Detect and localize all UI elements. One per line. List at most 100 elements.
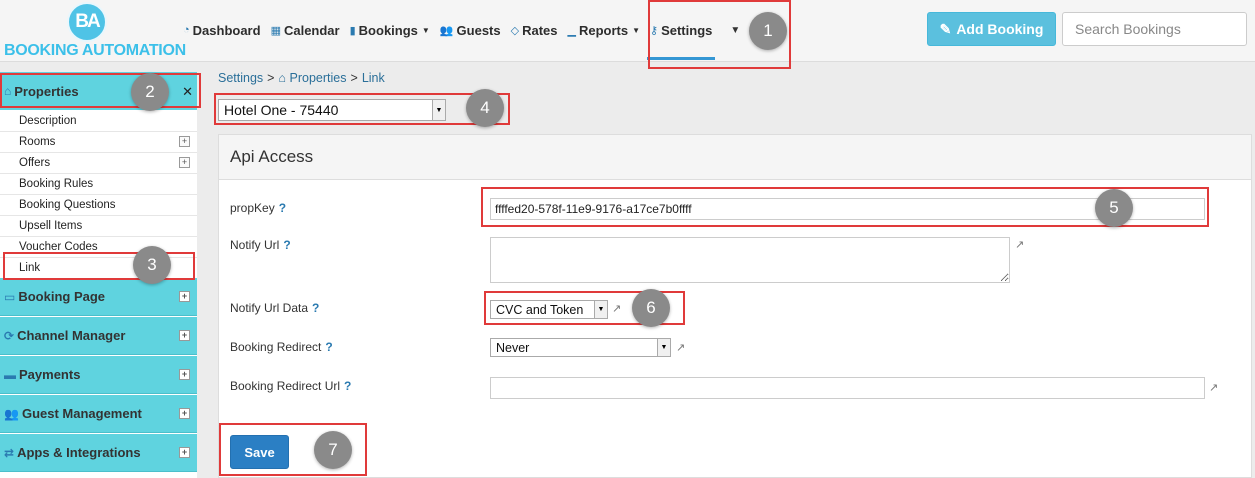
help-icon[interactable]: ? [325, 340, 332, 354]
propkey-input[interactable] [490, 198, 1205, 220]
pencil-icon: ✎ [939, 20, 952, 37]
external-link-icon[interactable]: ↗ [1209, 381, 1218, 394]
help-icon[interactable]: ? [279, 201, 286, 215]
notify-url-label-text: Notify Url [230, 238, 280, 252]
guests-icon: 👥 [4, 406, 19, 421]
sidebar: ⌂ Properties ✕ Description Rooms + Offer… [0, 72, 197, 478]
nav-guests[interactable]: 👥 Guests [440, 0, 501, 60]
dropdown-arrow-icon: ▼ [594, 301, 607, 318]
top-navbar: BA BOOKING AUTOMATION ◔ Dashboard ▦ Cale… [0, 0, 1255, 62]
sidebar-item-rooms[interactable]: Rooms + [0, 132, 197, 153]
nav-calendar[interactable]: ▦ Calendar [271, 0, 340, 60]
reports-icon: ▁ [567, 24, 576, 37]
property-select[interactable]: Hotel One - 75440 ▼ [218, 99, 446, 121]
caret-down-icon: ▼ [421, 25, 430, 35]
nav-label: Settings [661, 22, 713, 38]
external-link-icon[interactable]: ↗ [1015, 238, 1024, 251]
booking-redirect-url-input[interactable] [490, 377, 1205, 399]
dashboard-icon: ◔ [183, 24, 190, 36]
nav-more-caret-icon[interactable]: ▼ [730, 25, 740, 36]
sidebar-item-label: Offers [19, 157, 51, 169]
sidebar-item-booking-rules[interactable]: Booking Rules [0, 174, 197, 195]
expand-icon[interactable]: + [179, 157, 190, 168]
close-icon[interactable]: ✕ [182, 84, 193, 100]
nav-reports[interactable]: ▁ Reports ▼ [568, 0, 641, 60]
sidebar-item-label: Link [19, 262, 41, 274]
nav-label: Calendar [283, 22, 340, 38]
sidebar-section-booking-page[interactable]: ▭ Booking Page + [0, 278, 197, 316]
booking-redirect-value: Never [496, 340, 530, 355]
logo[interactable]: BA BOOKING AUTOMATION [4, 2, 186, 60]
external-link-icon[interactable]: ↗ [676, 341, 685, 354]
expand-icon[interactable]: + [179, 447, 190, 458]
sidebar-item-offers[interactable]: Offers + [0, 153, 197, 174]
sidebar-section-label: Guest Management [21, 406, 142, 421]
nav-dashboard[interactable]: ◔ Dashboard [183, 0, 261, 60]
breadcrumb-properties[interactable]: Properties [290, 71, 347, 85]
tag-icon: ◇ [510, 24, 520, 37]
expand-icon[interactable]: + [179, 291, 190, 302]
external-link-icon[interactable]: ↗ [612, 302, 621, 315]
notify-url-data-select[interactable]: CVC and Token ▼ [490, 300, 608, 319]
help-icon[interactable]: ? [283, 238, 290, 252]
api-access-panel: Api Access propKey? Notify Url? ↗ Notify… [218, 134, 1252, 478]
help-icon[interactable]: ? [344, 379, 351, 393]
booking-redirect-select[interactable]: Never ▼ [490, 338, 671, 357]
home-icon: ⌂ [4, 84, 12, 98]
notify-url-label: Notify Url? [230, 238, 291, 252]
breadcrumb-current: Link [361, 71, 385, 85]
notify-url-data-label-text: Notify Url Data [230, 301, 309, 315]
add-booking-button[interactable]: ✎ Add Booking [927, 12, 1056, 46]
sync-icon: ⟳ [4, 328, 15, 343]
sidebar-section-label: Booking Page [18, 289, 106, 304]
notify-url-data-label: Notify Url Data? [230, 301, 319, 315]
logo-text: BOOKING AUTOMATION [4, 42, 186, 59]
sidebar-item-label: Rooms [19, 136, 56, 148]
expand-icon[interactable]: + [179, 136, 190, 147]
sidebar-properties-header[interactable]: ⌂ Properties ✕ [0, 72, 197, 110]
search-bookings-input[interactable] [1062, 12, 1247, 46]
help-icon[interactable]: ? [312, 301, 319, 315]
expand-icon[interactable]: + [179, 330, 190, 341]
sidebar-item-label: Description [19, 115, 77, 127]
sidebar-item-label: Booking Questions [19, 199, 116, 211]
add-booking-label: Add Booking [956, 21, 1044, 37]
guests-icon: 👥 [439, 24, 454, 37]
sidebar-section-payments[interactable]: ▬ Payments + [0, 356, 197, 394]
properties-submenu: Description Rooms + Offers + Booking Rul… [0, 111, 197, 279]
save-button[interactable]: Save [230, 435, 289, 469]
sidebar-item-description[interactable]: Description [0, 111, 197, 132]
caret-down-icon: ▼ [632, 25, 641, 35]
sidebar-item-booking-questions[interactable]: Booking Questions [0, 195, 197, 216]
sidebar-section-channel-manager[interactable]: ⟳ Channel Manager + [0, 317, 197, 355]
expand-icon[interactable]: + [179, 369, 190, 380]
sidebar-section-label: Apps & Integrations [17, 445, 141, 460]
nav-bookings[interactable]: ▮ Bookings ▼ [350, 0, 430, 60]
dropdown-arrow-icon: ▼ [657, 339, 670, 356]
logo-mark: BA [67, 2, 107, 42]
exchange-icon: ⇄ [4, 445, 15, 460]
nav-label: Reports [578, 22, 629, 38]
annotation-badge: 4 [466, 89, 504, 127]
sidebar-item-voucher-codes[interactable]: Voucher Codes [0, 237, 197, 258]
sidebar-item-link[interactable]: Link [0, 258, 197, 279]
notify-url-data-value: CVC and Token [496, 302, 584, 317]
panel-title: Api Access [219, 135, 1251, 180]
sidebar-section-guest-management[interactable]: 👥 Guest Management + [0, 395, 197, 433]
bookings-icon: ▮ [349, 24, 356, 37]
key-icon: ⚷ [650, 24, 659, 37]
nav-rates[interactable]: ◇ Rates [511, 0, 558, 60]
breadcrumb-settings[interactable]: Settings [218, 71, 263, 85]
nav-settings[interactable]: ⚷ Settings [646, 0, 716, 60]
breadcrumb: Settings > ⌂ Properties > Link [218, 71, 385, 85]
sidebar-item-upsell-items[interactable]: Upsell Items [0, 216, 197, 237]
booking-redirect-url-label-text: Booking Redirect Url [230, 379, 341, 393]
monitor-icon: ▭ [4, 289, 16, 304]
nav-label: Rates [522, 22, 558, 38]
expand-icon[interactable]: + [179, 408, 190, 419]
booking-redirect-label-text: Booking Redirect [230, 340, 322, 354]
sidebar-section-apps-integrations[interactable]: ⇄ Apps & Integrations + [0, 434, 197, 472]
notify-url-textarea[interactable] [490, 237, 1010, 283]
credit-card-icon: ▬ [4, 367, 16, 382]
sidebar-header-label: Properties [14, 83, 79, 99]
